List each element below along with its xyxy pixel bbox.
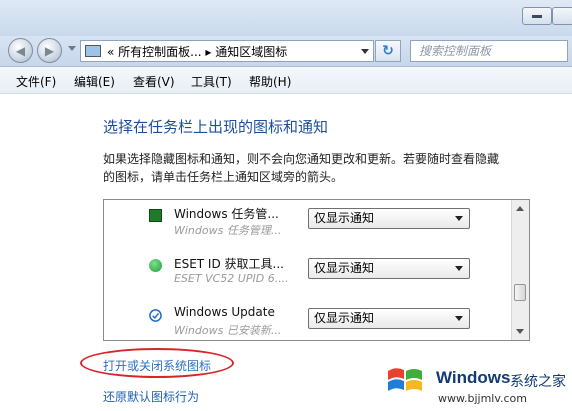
watermark-brand-suffix: 系统之家 — [510, 374, 566, 390]
behavior-value: 仅显示通知 — [314, 311, 375, 325]
minimize-button[interactable] — [522, 7, 552, 25]
description-line-1: 如果选择隐藏图标和通知，则不会向您通知更改和更新。若要随时查看隐藏 — [103, 152, 500, 166]
scroll-up-icon[interactable] — [516, 206, 524, 211]
list-item: ESET ID 获取工具... ESET VC52 UPID 6.... 仅显示… — [104, 252, 514, 292]
menu-edit[interactable]: 编辑(E) — [74, 73, 115, 90]
window-titlebar — [0, 0, 572, 36]
watermark-url: www.bjjmlv.com — [438, 392, 527, 405]
watermark-brand: Windows — [436, 368, 511, 387]
recent-pages-dropdown[interactable] — [68, 46, 76, 51]
navigation-bar: ◀ ▶ « 所有控制面板... ▸ 通知区域图标 ↻ 搜索控制面板 — [0, 36, 572, 67]
back-button[interactable]: ◀ — [8, 38, 33, 63]
app-subtitle: Windows 已安装新... — [174, 324, 282, 337]
task-manager-icon — [149, 209, 162, 222]
control-panel-icon — [85, 45, 101, 57]
forward-arrow-icon: ▶ — [44, 43, 55, 58]
page-title: 选择在任务栏上出现的图标和通知 — [103, 118, 329, 136]
menu-help[interactable]: 帮助(H) — [249, 73, 291, 90]
menu-view[interactable]: 查看(V) — [133, 73, 175, 90]
system-icons-link[interactable]: 打开或关闭系统图标 — [103, 357, 211, 374]
behavior-select[interactable]: 仅显示通知 — [308, 208, 470, 229]
forward-button[interactable]: ▶ — [37, 38, 62, 63]
restore-default-link[interactable]: 还原默认图标行为 — [103, 388, 199, 405]
chevron-down-icon — [455, 316, 463, 321]
behavior-value: 仅显示通知 — [314, 211, 375, 225]
list-scrollbar[interactable] — [511, 200, 529, 340]
back-arrow-icon: ◀ — [15, 43, 26, 58]
address-bar[interactable]: « 所有控制面板... ▸ 通知区域图标 — [80, 40, 374, 62]
chevron-down-icon — [455, 216, 463, 221]
app-subtitle: ESET VC52 UPID 6.... — [174, 272, 289, 285]
search-input[interactable]: 搜索控制面板 — [410, 40, 568, 62]
menu-tools[interactable]: 工具(T) — [191, 73, 232, 90]
app-name: Windows 任务管... — [174, 207, 279, 221]
eset-icon — [149, 259, 162, 272]
scroll-down-icon[interactable] — [516, 329, 524, 334]
notification-icons-list[interactable]: Windows 任务管... Windows 任务管理... 仅显示通知 ESE… — [103, 199, 530, 341]
menu-bar: 文件(F) 编辑(E) 查看(V) 工具(T) 帮助(H) — [0, 67, 572, 94]
menu-file[interactable]: 文件(F) — [16, 73, 56, 90]
windows-logo-icon — [388, 368, 422, 391]
list-item: Windows Update Windows 已安装新... 仅显示通知 — [104, 302, 514, 342]
address-dropdown-icon[interactable] — [361, 49, 369, 54]
behavior-select[interactable]: 仅显示通知 — [308, 258, 470, 279]
behavior-select[interactable]: 仅显示通知 — [308, 308, 470, 329]
chevron-down-icon — [455, 266, 463, 271]
address-path: « 所有控制面板... ▸ 通知区域图标 — [107, 44, 288, 59]
refresh-button[interactable]: ↻ — [375, 40, 401, 62]
description-line-2: 的图标，请单击任务栏上通知区域旁的箭头。 — [103, 170, 344, 184]
app-name: ESET ID 获取工具... — [174, 257, 284, 271]
minimize-icon — [532, 15, 542, 18]
watermark: Windows 系统之家 www.bjjmlv.com — [382, 362, 572, 411]
scrollbar-thumb[interactable] — [514, 284, 526, 301]
maximize-button[interactable] — [552, 7, 572, 25]
behavior-value: 仅显示通知 — [314, 261, 375, 275]
app-name: Windows Update — [174, 305, 275, 319]
windows-update-icon — [149, 309, 162, 322]
refresh-icon: ↻ — [382, 43, 394, 59]
page-description: 如果选择隐藏图标和通知，则不会向您通知更改和更新。若要随时查看隐藏 的图标，请单… — [103, 150, 572, 186]
list-item: Windows 任务管... Windows 任务管理... 仅显示通知 — [104, 202, 514, 242]
app-subtitle: Windows 任务管理... — [174, 224, 282, 237]
